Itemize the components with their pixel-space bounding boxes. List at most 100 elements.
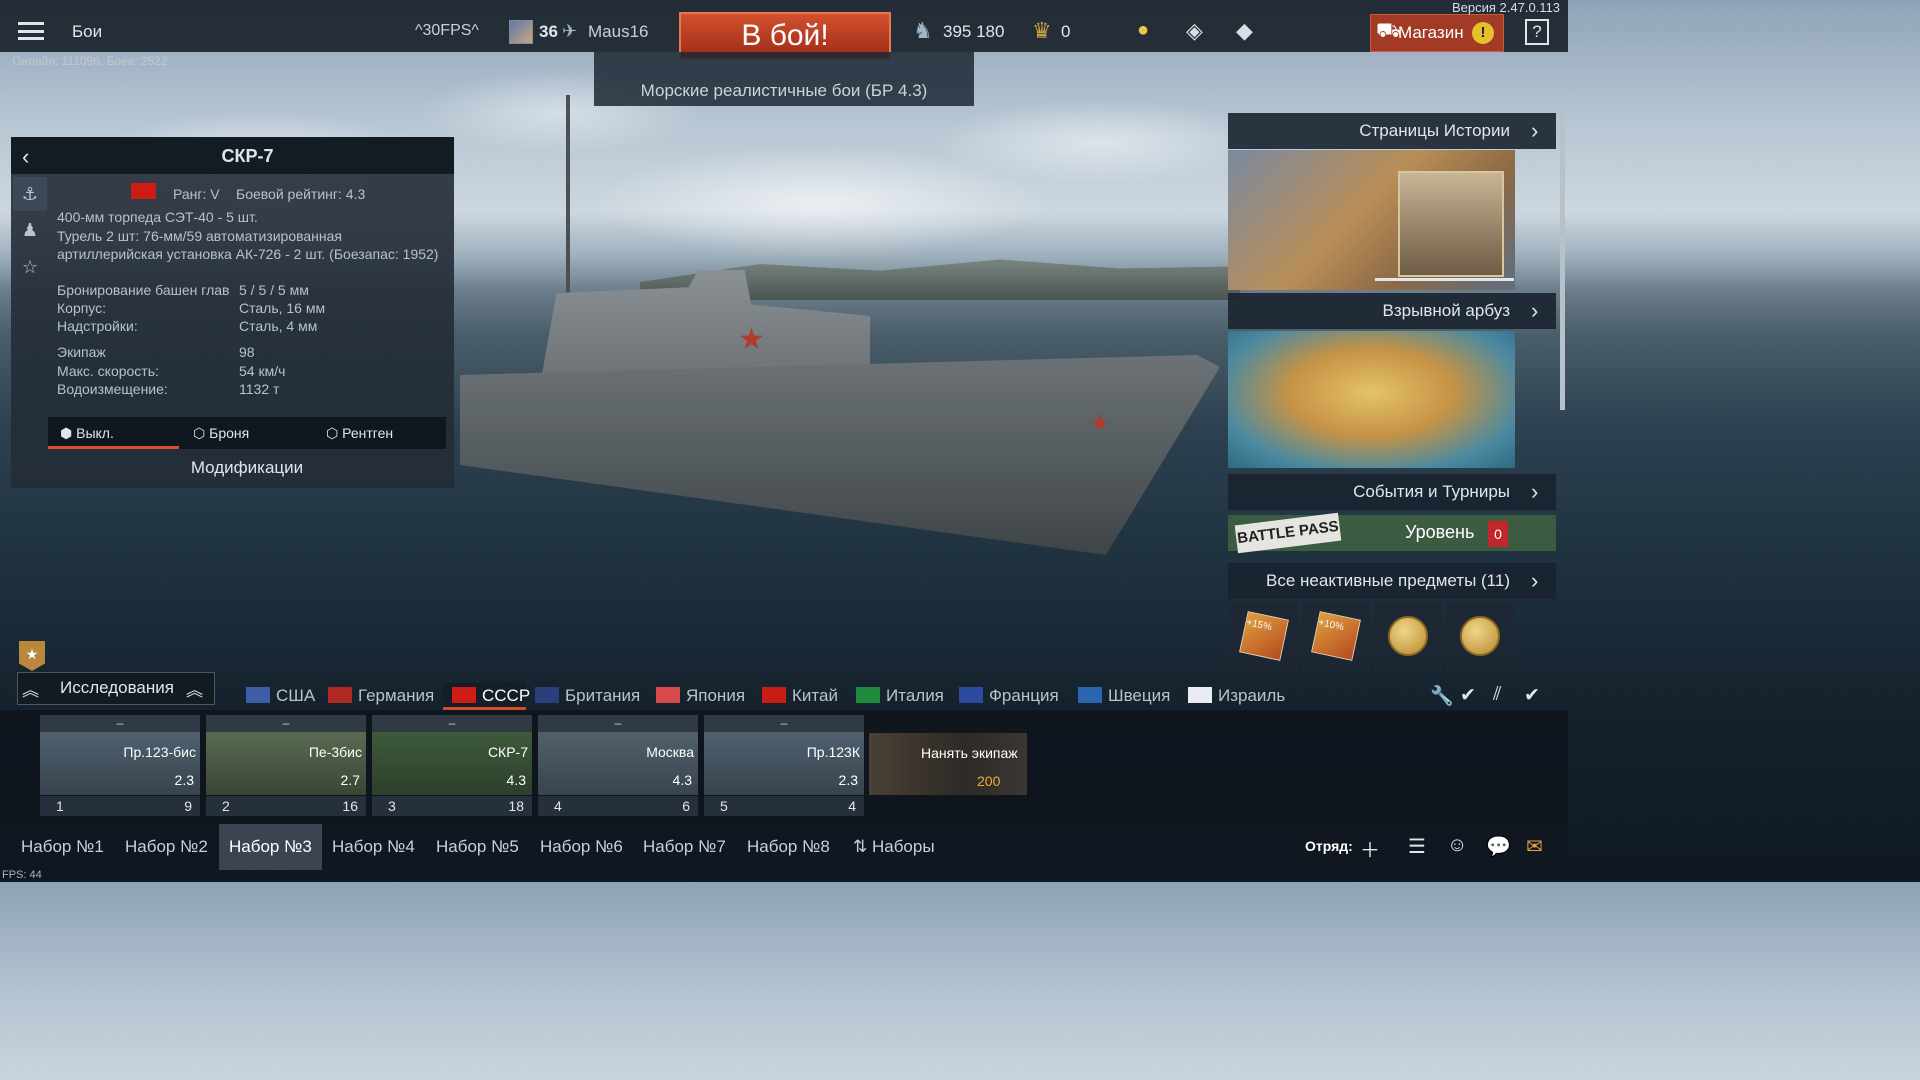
modifications-button[interactable]: Модификации: [48, 452, 446, 484]
lightbulb-icon[interactable]: ●: [1137, 19, 1149, 42]
booster-label: +15%: [1245, 617, 1273, 634]
hire-crew-cost: 200: [977, 773, 1001, 789]
ship-hull: [460, 355, 1220, 555]
nation-tab-china[interactable]: Китай: [762, 686, 838, 706]
preset-tab-3[interactable]: Набор №3: [219, 824, 322, 870]
vehicle-slot[interactable]: – Пр.123К 2.3 54: [704, 715, 864, 818]
slot-crew-indicator: –: [372, 715, 532, 732]
pilot-portrait: [1398, 171, 1504, 277]
vehicle-slot-selected[interactable]: – СКР-7 4.3 3 18: [372, 715, 532, 818]
vehicle-slot[interactable]: – Пр.123-бис 2.3 19: [40, 715, 200, 818]
slot-count: 4: [848, 798, 856, 814]
game-mode-label[interactable]: Морские реалистичные бои (БР 4.3): [594, 81, 974, 101]
slot-footer: 46: [538, 796, 698, 816]
events-tournaments-header[interactable]: События и Турниры: [1228, 474, 1556, 510]
history-pages-header[interactable]: Страницы Истории: [1228, 113, 1556, 149]
player-avatar[interactable]: [509, 20, 533, 44]
presets-button[interactable]: ⇅ Наборы: [843, 824, 945, 870]
france-flag-icon: [959, 687, 983, 703]
contacts-icon[interactable]: ☺: [1447, 834, 1467, 857]
nation-tab-germany[interactable]: Германия: [328, 686, 434, 706]
spec-label: Корпус:: [57, 300, 107, 316]
add-squad-icon[interactable]: ＋: [1360, 834, 1380, 863]
online-stats: Онлайн: 111096, Боев: 2522: [12, 54, 168, 68]
booster-tile-icon: +10%: [1311, 611, 1361, 661]
research-label: Исследования: [60, 678, 174, 697]
vehicle-br: 2.3: [174, 772, 194, 788]
vehicle-name: Москва: [646, 744, 694, 760]
germany-flag-icon: [328, 687, 352, 703]
weapon-line: 400-мм торпеда СЭТ-40 - 5 шт.: [57, 209, 258, 225]
nation-tab-japan[interactable]: Япония: [656, 686, 745, 706]
chat-icon[interactable]: 💬: [1486, 834, 1511, 859]
golden-eagles-icon[interactable]: ♛: [1032, 18, 1052, 44]
cube-icon: ⬢: [60, 425, 77, 441]
nation-label: Британия: [565, 686, 641, 705]
watermelon-event-banner[interactable]: [1228, 331, 1515, 468]
mail-icon[interactable]: ✉: [1526, 834, 1543, 859]
preset-tab-1[interactable]: Набор №1: [11, 824, 114, 870]
booster-label: +10%: [1317, 617, 1345, 634]
wrench-icon[interactable]: 🔧: [1430, 684, 1454, 708]
vehicle-name: Пр.123-бис: [123, 744, 196, 760]
hire-crew-slot[interactable]: [869, 733, 1027, 795]
ussr-flag-icon: [131, 183, 156, 199]
coupon-icon[interactable]: ◆: [1236, 18, 1253, 44]
player-name[interactable]: Maus16: [588, 22, 648, 42]
booster-item[interactable]: +10%: [1302, 602, 1370, 670]
help-button[interactable]: ?: [1525, 19, 1549, 45]
watermelon-event-header[interactable]: Взрывной арбуз: [1228, 293, 1556, 329]
preset-tab-5[interactable]: Набор №5: [426, 824, 529, 870]
medal-item[interactable]: [1374, 602, 1442, 670]
slot-count: 18: [508, 798, 524, 814]
preset-tab-8[interactable]: Набор №8: [737, 824, 840, 870]
chevron-right-icon[interactable]: ›: [1531, 568, 1538, 594]
golden-eagles-value: 0: [1061, 22, 1071, 41]
ussr-flag-icon: [452, 687, 476, 703]
achievements-tab[interactable]: ☆: [13, 250, 47, 284]
list-icon[interactable]: ☰: [1408, 834, 1426, 859]
preset-tab-6[interactable]: Набор №6: [530, 824, 633, 870]
nation-tab-italy[interactable]: Италия: [856, 686, 944, 706]
preset-tab-2[interactable]: Набор №2: [115, 824, 218, 870]
booster-item[interactable]: +15%: [1230, 602, 1298, 670]
right-panel-scrollbar[interactable]: [1560, 110, 1565, 410]
shells-icon[interactable]: ⫽: [1493, 684, 1501, 706]
preset-tab-7[interactable]: Набор №7: [633, 824, 736, 870]
menu-icon[interactable]: [18, 22, 44, 40]
ship-info-tab[interactable]: ⚓: [13, 177, 47, 211]
chevron-right-icon[interactable]: ›: [1531, 118, 1538, 144]
medal-item[interactable]: [1446, 602, 1514, 670]
slot-footer: 54: [704, 796, 864, 816]
view-tab-label: Выкл.: [76, 425, 114, 441]
nation-tab-britain[interactable]: Британия: [535, 686, 640, 706]
slot-crew-indicator: –: [538, 715, 698, 732]
diamond-icon[interactable]: ◈: [1186, 18, 1203, 44]
checkmark-icon[interactable]: ✔: [1524, 684, 1540, 707]
crew-tab[interactable]: ♟: [13, 213, 47, 247]
chevron-right-icon[interactable]: ›: [1531, 479, 1538, 505]
inactive-items-header[interactable]: Все неактивные предметы (11): [1228, 563, 1556, 599]
view-tab-off[interactable]: ⬢ Выкл.: [60, 417, 114, 449]
checkmark-icon[interactable]: ✔: [1460, 684, 1476, 707]
nation-tab-usa[interactable]: США: [246, 686, 315, 706]
vehicle-slot[interactable]: – Пе-3бис 2.7 2 16: [206, 715, 366, 818]
nation-tab-ussr[interactable]: СССР: [452, 686, 530, 706]
chevron-right-icon[interactable]: ›: [1531, 298, 1538, 324]
nation-tab-israel[interactable]: Израиль: [1188, 686, 1285, 706]
view-tab-xray[interactable]: ⬡ Рентген: [326, 417, 393, 449]
nation-tab-sweden[interactable]: Швеция: [1078, 686, 1170, 706]
preset-tab-4[interactable]: Набор №4: [322, 824, 425, 870]
view-tab-armor[interactable]: ⬡ Броня: [193, 417, 249, 449]
rank-badge-icon[interactable]: ★: [19, 641, 45, 671]
crew-number: 3: [388, 798, 396, 814]
battles-link[interactable]: Бои: [72, 22, 102, 42]
vehicle-slot[interactable]: – Москва 4.3 46: [538, 715, 698, 818]
crew-number: 2: [222, 798, 230, 814]
nation-label: Япония: [686, 686, 746, 705]
usa-flag-icon: [246, 687, 270, 703]
battle-pass-level-label: Уровень: [1405, 522, 1475, 542]
nation-tab-france[interactable]: Франция: [959, 686, 1059, 706]
nation-label: Италия: [886, 686, 944, 705]
britain-flag-icon: [535, 687, 559, 703]
